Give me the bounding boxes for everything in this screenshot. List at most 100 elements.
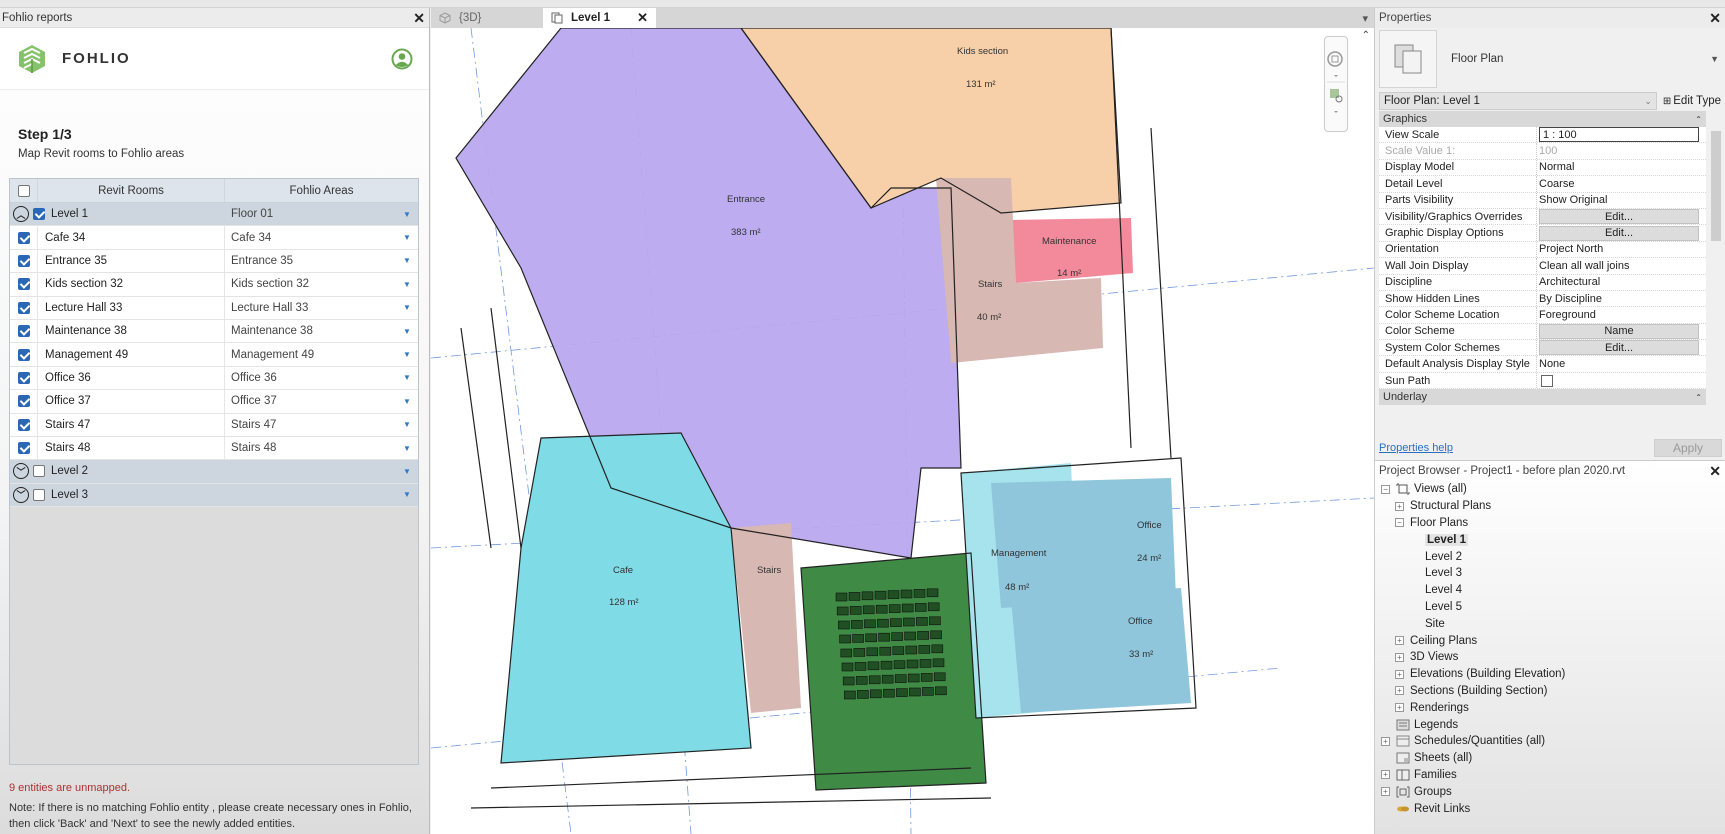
room-checkbox[interactable] xyxy=(17,395,30,408)
property-edit-button[interactable]: Name xyxy=(1539,323,1699,339)
property-edit-button[interactable]: Edit... xyxy=(1539,225,1699,241)
dropdown-arrow-icon[interactable]: ▼ xyxy=(396,210,418,219)
expand-node-icon[interactable]: + xyxy=(1381,787,1390,797)
room-checkbox[interactable] xyxy=(17,418,30,431)
navigation-bar[interactable] xyxy=(1324,36,1348,132)
property-value[interactable]: Clean all wall joins xyxy=(1539,260,1630,272)
floor-plan-canvas[interactable]: Entrance 383 m² Kids section 131 m² Main… xyxy=(431,28,1374,834)
tree-item[interactable]: + Families xyxy=(1381,767,1725,784)
tree-item[interactable]: Site xyxy=(1381,615,1725,632)
property-value[interactable]: By Discipline xyxy=(1539,293,1602,305)
dropdown-arrow-icon[interactable]: ▼ xyxy=(396,467,418,476)
instance-filter-select[interactable]: Floor Plan: Level 1 ⌄ xyxy=(1379,92,1657,110)
close-tab-icon[interactable]: ✕ xyxy=(637,10,648,26)
edit-type-button[interactable]: ⊞ Edit Type xyxy=(1657,95,1721,107)
tree-item[interactable]: + Elevations (Building Elevation) xyxy=(1381,666,1725,683)
dropdown-arrow-icon[interactable]: ▼ xyxy=(396,256,418,265)
dropdown-arrow-icon[interactable]: ▼ xyxy=(396,490,418,499)
room-checkbox[interactable] xyxy=(17,254,30,267)
close-browser-icon[interactable]: ✕ xyxy=(1709,464,1721,478)
properties-scrollbar[interactable] xyxy=(1709,111,1723,436)
dropdown-arrow-icon[interactable]: ▼ xyxy=(396,327,418,336)
property-value[interactable]: Architectural xyxy=(1539,276,1600,288)
property-checkbox[interactable] xyxy=(1541,374,1553,387)
scroll-up-icon[interactable]: ⌃ xyxy=(1362,30,1370,41)
fohlio-area-select[interactable]: Kids section 32 xyxy=(225,273,396,295)
dropdown-arrow-icon[interactable]: ▼ xyxy=(396,420,418,429)
scroll-thumb[interactable] xyxy=(1711,131,1721,241)
dropdown-arrow-icon[interactable]: ▼ xyxy=(396,303,418,312)
room-checkbox[interactable] xyxy=(17,325,30,338)
dropdown-arrow-icon[interactable]: ▼ xyxy=(396,350,418,359)
tree-item[interactable]: Level 5 xyxy=(1381,599,1725,616)
room-checkbox[interactable] xyxy=(17,231,30,244)
collapse-node-icon[interactable]: − xyxy=(1381,484,1390,494)
tree-item[interactable]: + Schedules/Quantities (all) xyxy=(1381,733,1725,750)
expand-node-icon[interactable]: + xyxy=(1381,736,1390,746)
properties-help-link[interactable]: Properties help xyxy=(1379,442,1453,454)
select-all-checkbox[interactable] xyxy=(17,184,30,197)
tree-item[interactable]: − Views (all) xyxy=(1381,481,1725,498)
level-area-select[interactable] xyxy=(225,484,396,506)
tree-item[interactable]: Level 4 xyxy=(1381,582,1725,599)
tree-item[interactable]: +3D Views xyxy=(1381,649,1725,666)
expand-node-icon[interactable]: + xyxy=(1395,686,1404,696)
expand-node-icon[interactable]: + xyxy=(1395,636,1404,646)
level-area-select[interactable] xyxy=(225,460,396,482)
room-checkbox[interactable] xyxy=(17,348,30,361)
fohlio-area-select[interactable]: Entrance 35 xyxy=(225,250,396,272)
room-checkbox[interactable] xyxy=(17,278,30,291)
room-checkbox[interactable] xyxy=(17,442,30,455)
tree-item[interactable]: + Sections (Building Section) xyxy=(1381,683,1725,700)
fohlio-area-select[interactable]: Management 49 xyxy=(225,343,396,365)
property-edit-button[interactable]: Edit... xyxy=(1539,340,1699,356)
tree-item[interactable]: Level 1 xyxy=(1381,531,1725,548)
fohlio-area-select[interactable]: Lecture Hall 33 xyxy=(225,297,396,319)
tree-item[interactable]: + Ceiling Plans xyxy=(1381,632,1725,649)
user-account-icon[interactable] xyxy=(391,48,413,70)
property-value[interactable]: Normal xyxy=(1539,161,1574,173)
expand-level-icon[interactable]: ﹀ xyxy=(13,486,29,503)
tree-item[interactable]: − Floor Plans xyxy=(1381,515,1725,532)
tree-item[interactable]: Legends xyxy=(1381,716,1725,733)
property-value[interactable]: Coarse xyxy=(1539,178,1574,190)
type-selector[interactable]: Floor Plan ▼ xyxy=(1375,28,1725,90)
tab-3d[interactable]: {3D} xyxy=(431,8,543,28)
level-checkbox[interactable] xyxy=(33,208,45,221)
collapse-level-icon[interactable]: ︿ xyxy=(13,206,29,223)
room-checkbox[interactable] xyxy=(17,301,30,314)
fohlio-area-select[interactable]: Office 37 xyxy=(225,390,396,412)
tree-item[interactable]: Revit Links xyxy=(1381,800,1725,817)
collapse-group-icon[interactable]: ⌃ xyxy=(1695,115,1702,124)
expand-node-icon[interactable]: + xyxy=(1395,669,1404,679)
tree-item[interactable]: Level 3 xyxy=(1381,565,1725,582)
tree-item[interactable]: Level 2 xyxy=(1381,548,1725,565)
group-graphics[interactable]: Graphics ⌃ xyxy=(1379,111,1706,127)
property-value[interactable]: Foreground xyxy=(1539,309,1596,321)
tree-item[interactable]: + Renderings xyxy=(1381,699,1725,716)
fohlio-area-select[interactable]: Stairs 47 xyxy=(225,414,396,436)
tab-level-1[interactable]: Level 1 ✕ xyxy=(543,8,656,28)
group-underlay[interactable]: Underlay ⌃ xyxy=(1379,389,1706,406)
dropdown-arrow-icon[interactable]: ▼ xyxy=(396,233,418,242)
fohlio-area-select[interactable]: Maintenance 38 xyxy=(225,320,396,342)
fohlio-area-select[interactable]: Office 36 xyxy=(225,367,396,389)
expand-node-icon[interactable]: + xyxy=(1395,652,1404,662)
level-checkbox[interactable] xyxy=(33,488,45,501)
expand-group-icon[interactable]: ⌃ xyxy=(1695,393,1702,402)
collapse-node-icon[interactable]: − xyxy=(1395,518,1404,528)
dropdown-arrow-icon[interactable]: ▼ xyxy=(396,373,418,382)
level-checkbox[interactable] xyxy=(33,465,45,478)
close-properties-icon[interactable]: ✕ xyxy=(1709,11,1721,25)
expand-node-icon[interactable]: + xyxy=(1395,703,1404,713)
apply-button[interactable]: Apply xyxy=(1654,439,1722,457)
property-edit-button[interactable]: Edit... xyxy=(1539,209,1699,225)
dropdown-arrow-icon[interactable]: ▼ xyxy=(396,397,418,406)
fohlio-area-select[interactable]: Cafe 34 xyxy=(225,226,396,248)
level-area-select[interactable]: Floor 01 xyxy=(225,203,396,225)
tab-menu-icon[interactable]: ▾ xyxy=(1362,8,1374,28)
tree-item[interactable]: + Structural Plans xyxy=(1381,498,1725,515)
property-value[interactable]: Project North xyxy=(1539,243,1603,255)
expand-node-icon[interactable]: + xyxy=(1395,501,1404,511)
tree-item[interactable]: Sheets (all) xyxy=(1381,750,1725,767)
